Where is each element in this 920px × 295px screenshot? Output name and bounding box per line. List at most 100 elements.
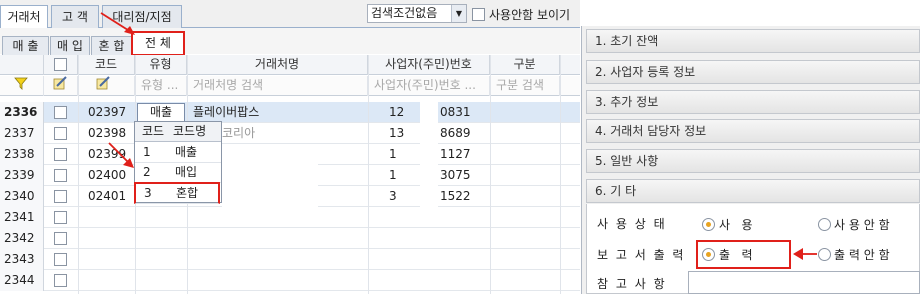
name-filter-input[interactable]: 거래처명 검색 (187, 76, 368, 96)
row-checkbox[interactable] (54, 274, 67, 287)
usage-active-label: 사 용 (719, 218, 753, 232)
report-output-label: 보 고 서 출 력 (597, 248, 686, 262)
bizno-cell-prefix: 1 (389, 168, 397, 182)
select-all-header (44, 55, 78, 75)
bizno-cell-prefix: 13 (389, 126, 405, 140)
code-header[interactable]: 코드 (78, 55, 135, 75)
annotation-arrow-icon (100, 12, 135, 35)
bizno-cell-suffix: 8689 (440, 126, 471, 140)
option-code: 3 (144, 186, 152, 200)
tab-customer[interactable]: 거래처 (0, 5, 48, 29)
bizno-cell-suffix: 0831 (440, 105, 471, 119)
remarks-label: 참 고 사 항 (597, 277, 667, 291)
code-cell: 02397 (88, 105, 127, 119)
annotation-arrow-icon (793, 248, 817, 260)
section-initial-balance[interactable]: 1. 초기 잔액 (586, 29, 920, 53)
report-output-off-radio[interactable] (818, 248, 831, 261)
type-header[interactable]: 유형 (135, 55, 187, 75)
bizno-filter-input[interactable]: 사업자(주민)번호 ... (368, 76, 490, 96)
section-general[interactable]: 5. 일반 사항 (586, 149, 920, 173)
row-number: 2342 (0, 228, 44, 249)
tab-client[interactable]: 고 객 (51, 5, 99, 28)
table-row[interactable]: 2344 (0, 270, 580, 291)
search-condition-value: 검색조건없음 (371, 6, 438, 20)
code-cell: 02401 (88, 189, 127, 203)
type-cell-editor[interactable]: 매출 (137, 103, 185, 122)
table-row[interactable]: 2336 02397 매출 플레이버팝스 12 0831 (0, 102, 580, 123)
select-all-checkbox[interactable] (54, 58, 67, 71)
bizno-header[interactable]: 사업자(주민)번호 (368, 55, 490, 75)
report-output-on-label: 출 력 (719, 248, 753, 262)
row-number: 2336 (0, 102, 44, 123)
row-number: 2340 (0, 186, 44, 207)
row-number: 2337 (0, 123, 44, 144)
row-checkbox[interactable] (54, 232, 67, 245)
section-additional-info[interactable]: 3. 추가 정보 (586, 90, 920, 114)
table-row[interactable]: 2342 (0, 228, 580, 249)
div-filter-input[interactable]: 구분 검색 (490, 76, 560, 96)
dropdown-name-header: 코드명 (173, 124, 207, 138)
column-divider (560, 55, 561, 294)
chevron-down-icon[interactable]: ▼ (451, 5, 466, 22)
usage-active-radio[interactable] (702, 218, 715, 231)
row-checkbox[interactable] (54, 211, 67, 224)
row-number: 2344 (0, 270, 44, 291)
dropdown-option-sales[interactable]: 1 매출 (135, 143, 221, 163)
table-row[interactable]: 2341 (0, 207, 580, 228)
code-filter-icon[interactable] (78, 76, 135, 96)
bizno-cell-suffix: 1127 (440, 147, 471, 161)
dropdown-header: 코드 코드명 (135, 122, 221, 142)
bizno-cell-suffix: 3075 (440, 168, 471, 182)
row-checkbox[interactable] (54, 190, 67, 203)
name-cell: 플레이버팝스 (193, 105, 260, 119)
type-dropdown-list[interactable]: 코드 코드명 1 매출 2 매입 3 혼합 (134, 121, 222, 204)
grid-header: 코드 유형 거래처명 사업자(주민)번호 구분 (0, 55, 580, 75)
row-checkbox[interactable] (54, 253, 67, 266)
table-row[interactable]: 2337 02398 코리아 13 8689 (0, 123, 580, 144)
type-filter-input[interactable]: 유형 ... (135, 76, 187, 96)
rownum-header (0, 55, 44, 75)
row-number: 2339 (0, 165, 44, 186)
option-name: 매입 (175, 165, 198, 179)
filter-row: 유형 ... 거래처명 검색 사업자(주민)번호 ... 구분 검색 (0, 76, 580, 96)
bizno-cell-suffix: 1522 (440, 189, 471, 203)
remarks-input[interactable] (688, 271, 920, 294)
div-header[interactable]: 구분 (490, 55, 560, 75)
option-name: 혼합 (176, 186, 199, 200)
section-contact-person[interactable]: 4. 거래처 담당자 정보 (586, 119, 920, 143)
usage-inactive-radio[interactable] (818, 218, 831, 231)
name-cell: 코리아 (222, 126, 256, 140)
section-business-registration[interactable]: 2. 사업자 등록 정보 (586, 60, 920, 84)
subtab-sales[interactable]: 매 출 (2, 36, 49, 55)
annotation-arrow-icon (108, 142, 134, 168)
filter-icon[interactable] (0, 76, 44, 96)
row-number: 2341 (0, 207, 44, 228)
subtab-purchase[interactable]: 매 입 (50, 36, 90, 55)
section-etc[interactable]: 6. 기 타 (586, 179, 920, 203)
tooltip-mask (420, 100, 438, 207)
report-output-off-label: 출 력 안 함 (834, 248, 890, 262)
table-row[interactable]: 2343 (0, 249, 580, 270)
show-unused-label: 사용안함 보이기 (489, 8, 571, 22)
row-checkbox[interactable] (54, 148, 67, 161)
column-divider (368, 55, 369, 294)
row-number: 2338 (0, 144, 44, 165)
option-code: 1 (143, 145, 151, 159)
search-condition-select[interactable]: 검색조건없음 ▼ (367, 4, 467, 23)
row-number: 2343 (0, 249, 44, 270)
show-unused-checkbox[interactable] (472, 8, 485, 21)
bizno-cell-prefix: 1 (389, 147, 397, 161)
row-checkbox[interactable] (54, 169, 67, 182)
row-checkbox[interactable] (54, 106, 67, 119)
bizno-cell-prefix: 12 (389, 105, 405, 119)
row-checkbox[interactable] (54, 127, 67, 140)
dropdown-option-purchase[interactable]: 2 매입 (135, 163, 221, 183)
name-header[interactable]: 거래처명 (187, 55, 368, 75)
option-name: 매출 (175, 145, 198, 159)
report-output-on-radio[interactable] (702, 248, 715, 261)
dropdown-code-header: 코드 (142, 124, 165, 138)
edit-filter-icon[interactable] (44, 76, 78, 96)
dropdown-option-mixed[interactable]: 3 혼합 (134, 182, 220, 204)
usage-inactive-label: 사 용 안 함 (834, 218, 890, 232)
dropdown-shadow-area (222, 144, 318, 207)
